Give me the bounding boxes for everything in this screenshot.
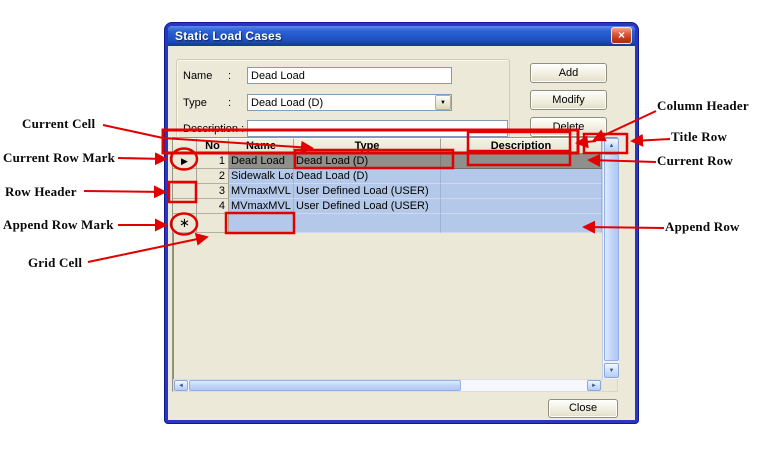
column-header-no[interactable]: No <box>197 138 229 154</box>
delete-button[interactable]: Delete <box>530 117 607 137</box>
cell-no-1[interactable]: 1 <box>197 154 229 169</box>
cell-description-4[interactable] <box>441 199 602 214</box>
cell-name-3[interactable]: MVmaxMVL <box>229 184 294 199</box>
static-load-cases-dialog: Static Load Cases × Name : Type : Dead L… <box>165 23 638 423</box>
cell-name-1[interactable]: Dead Load <box>229 154 294 169</box>
screenshot-stage: Static Load Cases × Name : Type : Dead L… <box>0 0 768 458</box>
horizontal-scrollbar-thumb[interactable] <box>189 380 461 391</box>
close-button[interactable]: Close <box>548 399 618 418</box>
cell-name-2[interactable]: Sidewalk Loa <box>229 169 294 184</box>
row-header-2[interactable] <box>173 169 197 184</box>
annotation-column-header-label: Column Header <box>657 98 749 114</box>
type-select[interactable]: Dead Load (D) ▼ <box>247 94 452 111</box>
cell-no-2[interactable]: 2 <box>197 169 229 184</box>
cell-description-3[interactable] <box>441 184 602 199</box>
annotation-arrow-row-header <box>84 191 165 192</box>
description-label: Description : <box>183 123 244 135</box>
window-title: Static Load Cases <box>175 29 631 43</box>
type-colon: : <box>228 97 231 109</box>
vertical-scrollbar[interactable]: ▲ ▼ <box>602 138 619 379</box>
annotation-row-header-label: Row Header <box>5 184 77 200</box>
type-select-value: Dead Load (D) <box>248 97 435 109</box>
annotation-arrow-current-row-mark <box>118 158 166 159</box>
name-input[interactable] <box>247 67 452 84</box>
chevron-right-icon[interactable]: ► <box>587 380 601 391</box>
name-colon: : <box>228 70 231 82</box>
grid-corner-header[interactable] <box>173 138 197 154</box>
annotation-append-row-mark-label: Append Row Mark <box>3 217 114 233</box>
chevron-down-icon[interactable]: ▼ <box>604 363 619 378</box>
close-icon[interactable]: × <box>611 27 632 44</box>
append-cell-no[interactable] <box>197 214 229 233</box>
vertical-scrollbar-thumb[interactable] <box>604 154 619 361</box>
cell-name-4[interactable]: MVmaxMVL <box>229 199 294 214</box>
column-header-type[interactable]: Type <box>294 138 441 154</box>
cell-description-2[interactable] <box>441 169 602 184</box>
annotation-current-row-mark-label: Current Row Mark <box>3 150 115 166</box>
grid-empty-area <box>173 233 602 379</box>
load-cases-grid: No Name Type Description ▶ 1 Dead Load D… <box>172 137 618 392</box>
description-input[interactable] <box>247 120 508 137</box>
column-header-description[interactable]: Description <box>441 138 602 154</box>
cell-description-1[interactable] <box>441 154 602 169</box>
column-header-name[interactable]: Name <box>229 138 294 154</box>
type-label: Type <box>183 97 207 109</box>
cell-type-1[interactable]: Dead Load (D) <box>294 154 441 169</box>
cell-no-4[interactable]: 4 <box>197 199 229 214</box>
current-row-mark-icon: ▶ <box>181 156 188 166</box>
cell-type-2[interactable]: Dead Load (D) <box>294 169 441 184</box>
row-header-3[interactable] <box>173 184 197 199</box>
add-button[interactable]: Add <box>530 63 607 83</box>
cell-type-4[interactable]: User Defined Load (USER) <box>294 199 441 214</box>
modify-button[interactable]: Modify <box>530 90 607 110</box>
cell-no-3[interactable]: 3 <box>197 184 229 199</box>
append-cell-description[interactable] <box>441 214 602 233</box>
annotation-append-row-label: Append Row <box>665 219 740 235</box>
title-bar[interactable]: Static Load Cases <box>168 26 635 46</box>
cell-type-3[interactable]: User Defined Load (USER) <box>294 184 441 199</box>
row-header-4[interactable] <box>173 199 197 214</box>
append-cell-type[interactable] <box>294 214 441 233</box>
row-header-1[interactable]: ▶ <box>173 154 197 169</box>
name-label: Name <box>183 70 212 82</box>
annotation-grid-cell-label: Grid Cell <box>28 255 82 271</box>
chevron-up-icon[interactable]: ▲ <box>604 138 619 153</box>
append-row-header[interactable]: ∗ <box>173 214 197 233</box>
append-cell-name[interactable] <box>229 214 294 233</box>
chevron-left-icon[interactable]: ◄ <box>174 380 188 391</box>
append-row-mark-icon: ∗ <box>179 215 190 230</box>
horizontal-scrollbar[interactable]: ◄ ► <box>173 379 602 392</box>
annotation-current-cell-label: Current Cell <box>22 116 95 132</box>
annotation-current-row-label: Current Row <box>657 153 733 169</box>
annotation-title-row-label: Title Row <box>671 129 727 145</box>
chevron-down-icon[interactable]: ▼ <box>435 95 451 110</box>
